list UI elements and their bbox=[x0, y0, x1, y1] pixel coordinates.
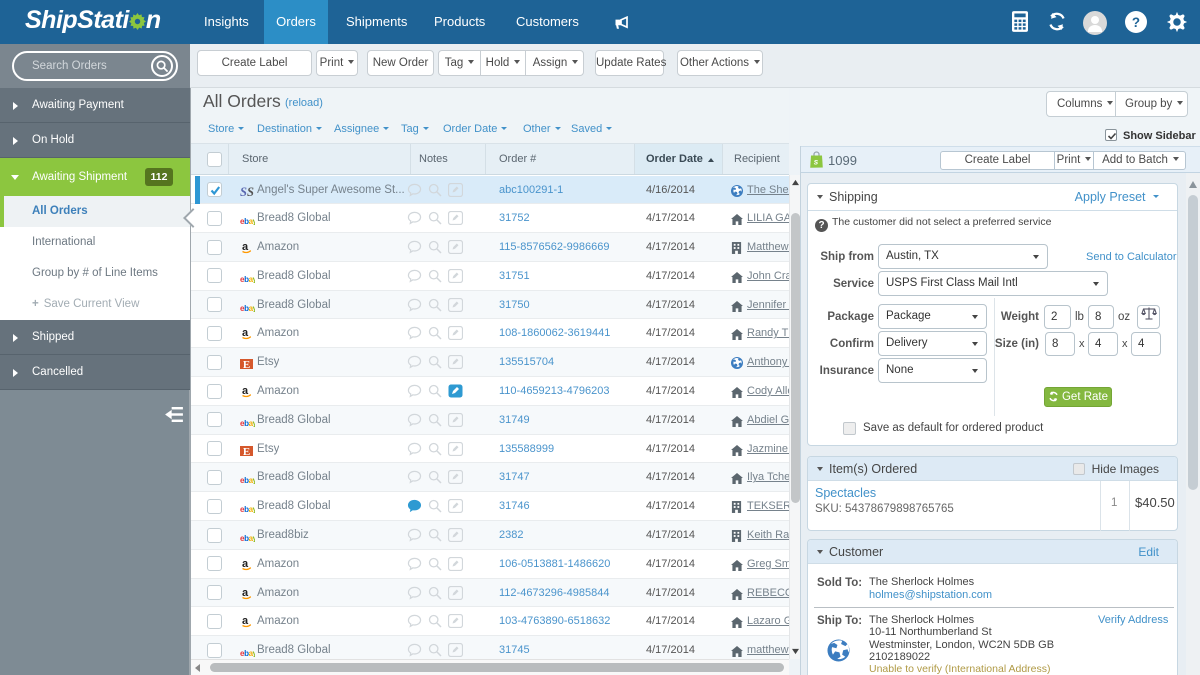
svg-text:s: s bbox=[814, 158, 819, 167]
svg-text:?: ? bbox=[1132, 15, 1140, 30]
